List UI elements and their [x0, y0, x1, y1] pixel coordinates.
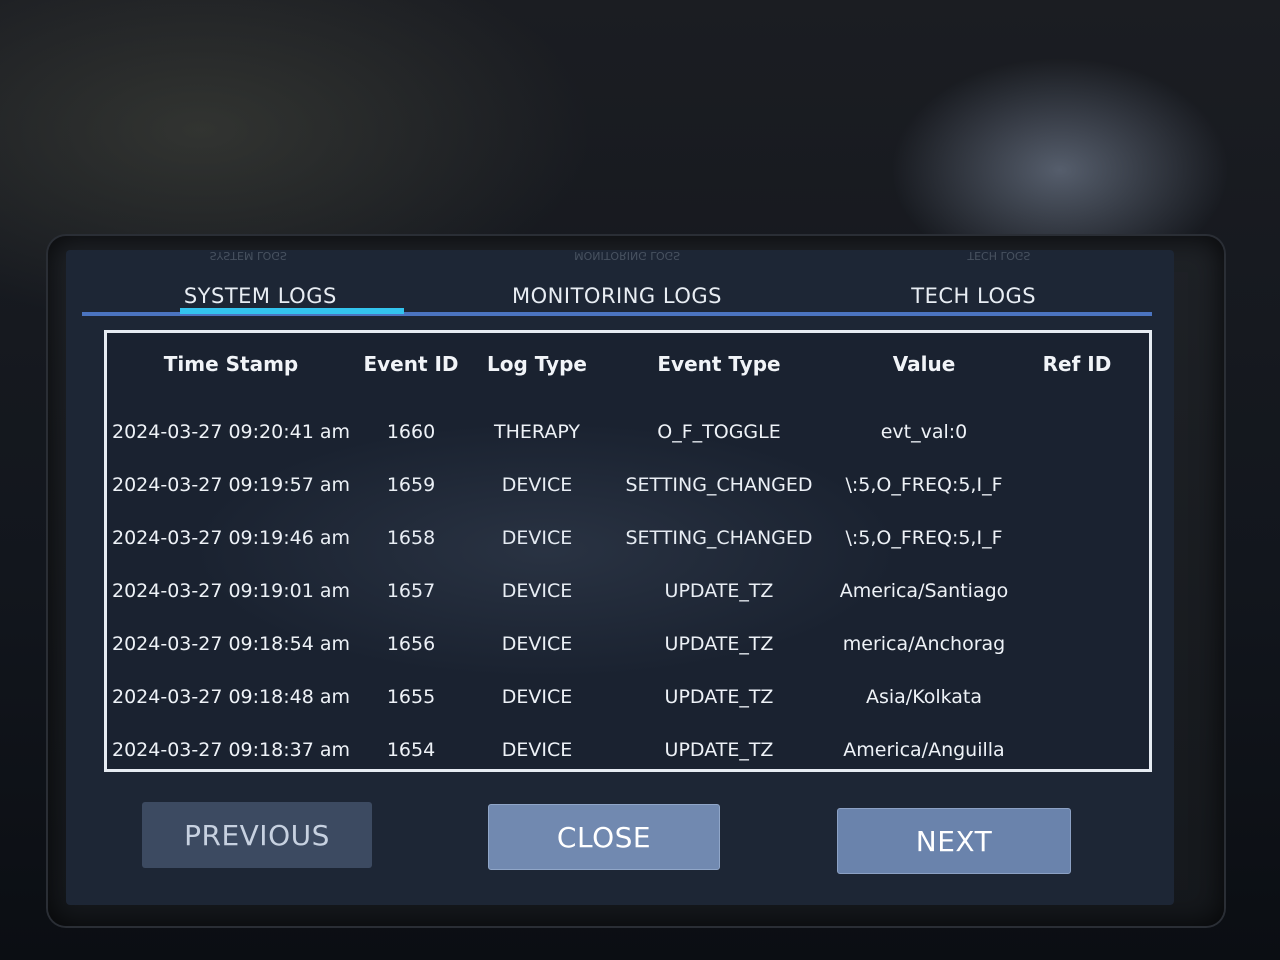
cell-value: Asia/Kolkata	[865, 685, 983, 708]
cell-value: merica/Anchorag	[842, 632, 1006, 655]
cell-time-stamp: 2024-03-27 09:18:37 am	[112, 738, 350, 761]
cell-value: America/Anguilla	[843, 738, 1005, 761]
column-header-ref-id: Ref ID	[1042, 352, 1112, 376]
system-log-table[interactable]: Time Stamp Event ID Log Type Event Type …	[104, 330, 1152, 772]
table-row[interactable]: 2024-03-27 09:19:46 am 1658 DEVICE SETTING_…	[107, 511, 1149, 564]
column-header-event-id: Event ID	[363, 352, 459, 376]
cell-time-stamp: 2024-03-27 09:18:48 am	[112, 685, 350, 708]
column-header-time-stamp: Time Stamp	[163, 352, 299, 376]
cell-log-type: DEVICE	[501, 738, 573, 761]
table-row[interactable]: 2024-03-27 09:18:54 am 1656 DEVICE UPDATE_T…	[107, 617, 1149, 670]
cell-time-stamp: 2024-03-27 09:20:41 am	[112, 420, 350, 443]
column-header-log-type: Log Type	[487, 352, 587, 376]
cell-event-id: 1659	[386, 473, 436, 496]
previous-button[interactable]: PREVIOUS	[142, 802, 372, 868]
cell-log-type: DEVICE	[501, 526, 573, 549]
cell-event-type: UPDATE_TZ	[664, 685, 774, 708]
table-row[interactable]: 2024-03-27 09:18:37 am 1654 DEVICE UPDATE_T…	[107, 723, 1149, 769]
cell-log-type: DEVICE	[501, 685, 573, 708]
table-body: 2024-03-27 09:20:41 am 1660 THERAPY O_F_TOG…	[107, 395, 1149, 769]
active-tab-indicator	[180, 308, 404, 314]
cell-event-id: 1660	[386, 420, 436, 443]
cell-value: America/Santiago	[839, 579, 1009, 602]
cell-event-type: UPDATE_TZ	[664, 738, 774, 761]
reflected-label: SYSTEM LOGS	[209, 250, 287, 262]
column-header-value: Value	[892, 352, 956, 376]
cell-event-type: UPDATE_TZ	[664, 579, 774, 602]
table-row[interactable]: 2024-03-27 09:18:48 am 1655 DEVICE UPDATE_T…	[107, 670, 1149, 723]
cell-time-stamp: 2024-03-27 09:19:57 am	[112, 473, 350, 496]
reflected-label: TECH LOGS	[967, 250, 1031, 262]
cell-value: evt_val:0	[880, 420, 968, 443]
cell-time-stamp: 2024-03-27 09:19:46 am	[112, 526, 350, 549]
table-header: Time Stamp Event ID Log Type Event Type …	[107, 333, 1149, 395]
device-screen: SYSTEM LOGS MONITORING LOGS TECH LOGS SY…	[66, 250, 1174, 905]
cell-log-type: DEVICE	[501, 473, 573, 496]
close-button[interactable]: CLOSE	[488, 804, 720, 870]
cell-event-id: 1656	[386, 632, 436, 655]
cell-event-id: 1657	[386, 579, 436, 602]
cell-event-type: SETTING_CHANGED	[625, 473, 813, 496]
cell-event-id: 1654	[386, 738, 436, 761]
reflected-label: MONITORING LOGS	[574, 250, 681, 262]
cell-event-type: O_F_TOGGLE	[657, 420, 781, 443]
table-row[interactable]: 2024-03-27 09:20:41 am 1660 THERAPY O_F_TOG…	[107, 405, 1149, 458]
cell-log-type: THERAPY	[494, 420, 580, 443]
cell-event-type: SETTING_CHANGED	[625, 526, 813, 549]
cell-event-id: 1658	[386, 526, 436, 549]
cell-log-type: DEVICE	[501, 632, 573, 655]
cell-time-stamp: 2024-03-27 09:19:01 am	[112, 579, 350, 602]
reflected-tab-labels: SYSTEM LOGS MONITORING LOGS TECH LOGS	[66, 250, 1174, 262]
cell-value: \:5,O_FREQ:5,I_F	[845, 526, 1003, 549]
table-row[interactable]: 2024-03-27 09:19:57 am 1659 DEVICE SETTING_…	[107, 458, 1149, 511]
column-header-event-type: Event Type	[657, 352, 781, 376]
cell-event-id: 1655	[386, 685, 436, 708]
cell-time-stamp: 2024-03-27 09:18:54 am	[112, 632, 350, 655]
cell-log-type: DEVICE	[501, 579, 573, 602]
cell-value: \:5,O_FREQ:5,I_F	[845, 473, 1003, 496]
next-button[interactable]: NEXT	[837, 808, 1071, 874]
table-row[interactable]: 2024-03-27 09:19:01 am 1657 DEVICE UPDATE_T…	[107, 564, 1149, 617]
cell-event-type: UPDATE_TZ	[664, 632, 774, 655]
